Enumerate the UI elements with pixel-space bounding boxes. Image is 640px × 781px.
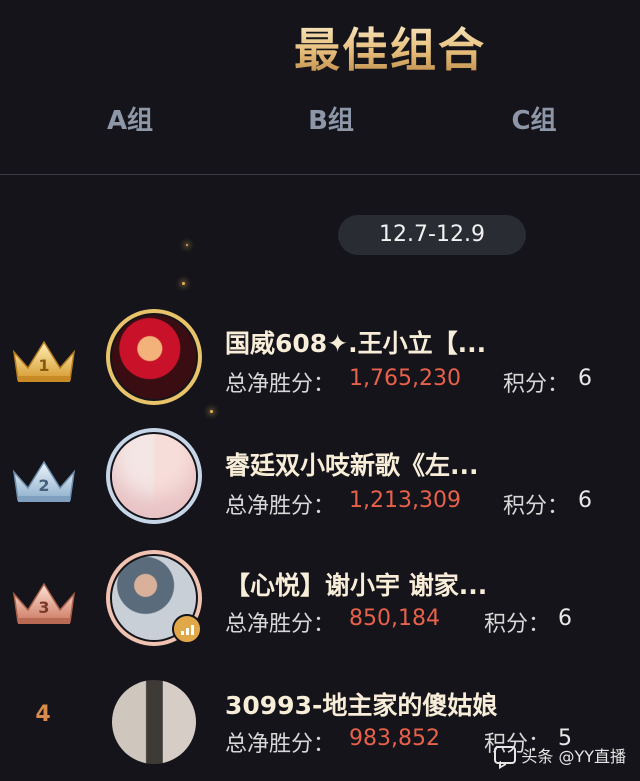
avatar[interactable] xyxy=(106,674,202,770)
net-score-value: 983,852 xyxy=(349,726,440,751)
net-score-label: 总净胜分： xyxy=(225,612,336,637)
net-score-label: 总净胜分： xyxy=(225,372,336,397)
net-score-value: 1,765,230 xyxy=(349,366,461,391)
source-watermark: 头条 @YY直播 xyxy=(494,743,626,767)
net-score-label: 总净胜分： xyxy=(225,732,336,757)
points-value: 6 xyxy=(558,606,572,631)
sparkle-decoration xyxy=(186,244,188,246)
sparkle-decoration xyxy=(210,410,213,413)
points-label: 积分： xyxy=(503,494,570,519)
points-label: 积分： xyxy=(503,372,570,397)
streamer-name[interactable]: 睿廷双小吱新歌《左... xyxy=(225,446,625,482)
ranking-row[interactable]: 1 国威608✦.王小立【... 总净胜分： 1,765,230 积分： 6 xyxy=(0,300,640,410)
rank-number: 1 xyxy=(38,356,49,375)
chat-bubble-icon xyxy=(494,746,517,764)
net-score-value: 850,184 xyxy=(349,606,440,631)
streamer-name[interactable]: 国威608✦.王小立【... xyxy=(225,324,625,360)
net-score-label: 总净胜分： xyxy=(225,494,336,519)
points-value: 6 xyxy=(578,488,592,513)
live-signal-icon xyxy=(172,614,202,644)
tab-group-a[interactable]: A组 xyxy=(70,100,190,137)
avatar[interactable] xyxy=(106,428,202,524)
rank-number: 3 xyxy=(38,598,49,617)
sparkle-decoration xyxy=(182,282,185,285)
rank-number: 4 xyxy=(35,702,51,727)
points-value: 6 xyxy=(578,366,592,391)
rank-number: 2 xyxy=(38,476,49,495)
date-range-badge[interactable]: 12.7-12.9 xyxy=(338,215,526,255)
streamer-name[interactable]: 【心悦】谢小宇 谢家... xyxy=(225,566,625,602)
tabs-divider xyxy=(0,174,640,175)
points-label: 积分： xyxy=(484,612,551,637)
watermark-text: 头条 @YY直播 xyxy=(521,747,626,766)
bronze-crown-icon: 3 xyxy=(8,578,80,630)
tab-group-c[interactable]: C组 xyxy=(474,100,594,137)
gold-crown-icon: 1 xyxy=(8,336,80,388)
silver-crown-icon: 2 xyxy=(8,456,80,508)
avatar[interactable] xyxy=(106,309,202,405)
ranking-row[interactable]: 2 睿廷双小吱新歌《左... 总净胜分： 1,213,309 积分： 6 xyxy=(0,424,640,534)
group-tabs: A组 B组 C组 xyxy=(0,100,640,146)
streamer-name[interactable]: 30993-地主家的傻姑娘 xyxy=(225,686,625,722)
ranking-row[interactable]: 3 【心悦】谢小宇 谢家... 总净胜分： 850,184 积分： 6 xyxy=(0,548,640,658)
tab-group-b[interactable]: B组 xyxy=(271,100,391,137)
net-score-value: 1,213,309 xyxy=(349,488,461,513)
page-title: 最佳组合 xyxy=(0,14,640,80)
